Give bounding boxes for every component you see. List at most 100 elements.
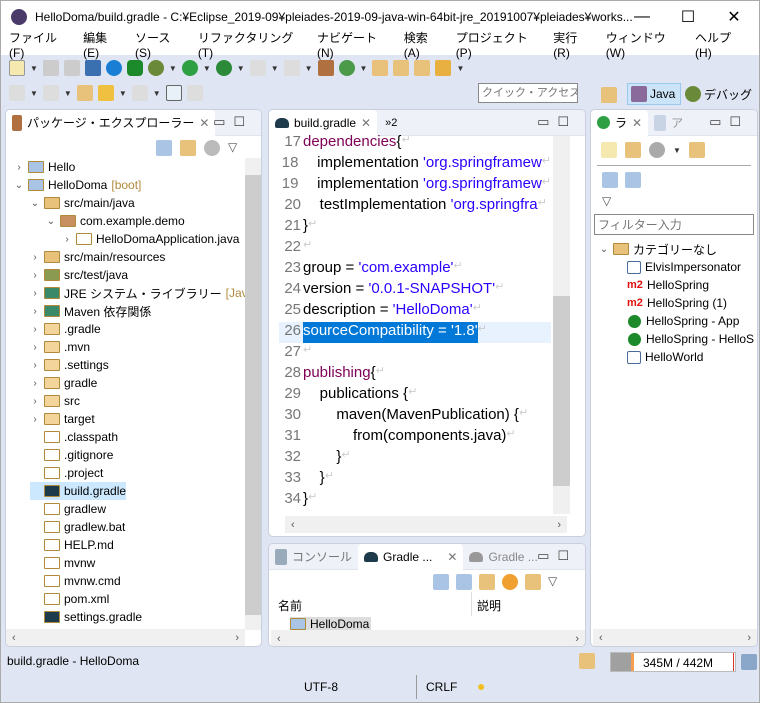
debug-perspective-button[interactable]: デバッグ	[685, 83, 752, 105]
expand-all-icon[interactable]	[433, 574, 449, 590]
column-header-name[interactable]: 名前	[278, 597, 302, 614]
next-annotation-icon[interactable]	[9, 85, 25, 101]
save-all-icon[interactable]	[63, 60, 80, 76]
tab-launch[interactable]: ラ ✕	[591, 110, 649, 136]
tree-item[interactable]: HELP.md	[30, 536, 114, 554]
tree-item[interactable]: pom.xml	[30, 590, 109, 608]
chevron-right-icon[interactable]: ›	[30, 396, 40, 407]
open-task-icon[interactable]	[393, 60, 410, 76]
tree-item[interactable]: ⌄ com.example.demo	[46, 212, 185, 230]
last-edit-icon[interactable]	[76, 85, 93, 101]
chevron-right-icon[interactable]: ›	[14, 162, 24, 173]
terminal-icon[interactable]	[84, 60, 101, 76]
tab-gradle-tasks[interactable]: Gradle ... ✕	[358, 544, 464, 570]
launch-config-item[interactable]: m2 HelloSpring (1)	[627, 294, 727, 312]
chevron-right-icon[interactable]: ›	[30, 252, 40, 263]
chevron-right-icon[interactable]: ›	[30, 324, 40, 335]
chevron-right-icon[interactable]: ›	[30, 270, 40, 281]
close-tab-icon[interactable]: ✕	[199, 116, 209, 130]
collapse-all-icon[interactable]	[456, 574, 472, 590]
close-tab-icon[interactable]: ✕	[632, 116, 642, 130]
tree-item[interactable]: › src/main/resources	[30, 248, 165, 266]
horizontal-scrollbar[interactable]: ‹ ›	[6, 629, 245, 646]
column-header-description[interactable]: 説明	[477, 597, 501, 614]
heap-status[interactable]: 345M / 442M	[610, 652, 736, 672]
minimize-maximize-icons[interactable]: ▭☐	[537, 548, 577, 564]
garbage-collect-icon[interactable]	[741, 654, 757, 670]
tree-item[interactable]: ⌄ src/main/java	[30, 194, 135, 212]
next-icon[interactable]	[283, 60, 300, 76]
tree-item[interactable]: mvnw.cmd	[30, 572, 121, 590]
gradle-project-row[interactable]: HelloDoma	[290, 617, 372, 631]
tree-item[interactable]: .project	[30, 464, 103, 482]
category-row[interactable]: ⌄ カテゴリーなし	[599, 240, 717, 258]
tree-item[interactable]: › Maven 依存関係	[30, 302, 151, 320]
horizontal-scrollbar[interactable]: ‹ ›	[593, 629, 757, 646]
vertical-scrollbar[interactable]	[245, 158, 261, 630]
launch-config-item[interactable]: HelloSpring - HelloS	[627, 330, 754, 348]
sync-icon[interactable]	[186, 85, 203, 101]
filter-input[interactable]	[594, 214, 754, 235]
launch-icon[interactable]	[649, 142, 665, 158]
new-class-icon[interactable]	[338, 60, 355, 76]
more-tabs-button[interactable]: »2	[385, 117, 397, 129]
new-folder-icon[interactable]	[688, 142, 705, 158]
tree-item[interactable]: mvnw	[30, 554, 95, 572]
close-tab-icon[interactable]: ✕	[361, 116, 371, 130]
background-tasks-icon[interactable]	[579, 653, 595, 669]
launch-config-item[interactable]: HelloSpring - App	[627, 312, 739, 330]
stop-icon[interactable]	[249, 60, 266, 76]
tree-item[interactable]: › target	[30, 410, 94, 428]
chevron-right-icon[interactable]: ›	[30, 378, 40, 389]
back-icon[interactable]	[97, 85, 114, 101]
scroll-thumb[interactable]	[245, 175, 261, 615]
launch-config-item[interactable]: HelloWorld	[627, 348, 703, 366]
tree-item[interactable]: ›JRE システム・ライブラリー[JavaSE-11]	[30, 284, 261, 302]
chevron-right-icon[interactable]: ›	[30, 342, 40, 353]
tab-outline[interactable]: ア	[648, 110, 689, 136]
editor-horizontal-scrollbar[interactable]: ‹ ›	[285, 516, 567, 533]
settings-icon[interactable]	[105, 60, 122, 76]
pen-icon[interactable]	[435, 60, 452, 76]
tree-item[interactable]: › .gradle	[30, 320, 100, 338]
chevron-right-icon[interactable]: ›	[30, 306, 40, 317]
encoding-status[interactable]: UTF-8	[304, 680, 338, 694]
run-external-icon[interactable]	[215, 60, 232, 76]
open-perspective-icon[interactable]	[601, 87, 617, 103]
tab-package-explorer[interactable]: パッケージ・エクスプローラー ✕	[6, 110, 216, 136]
launch-config-item[interactable]: ElvisImpersonator	[627, 258, 741, 276]
launch-config-item[interactable]: m2 HelloSpring	[627, 276, 709, 294]
tab-gradle-executions[interactable]: Gradle ...	[463, 544, 543, 570]
expand-all-icon[interactable]	[625, 172, 641, 188]
tree-item[interactable]: .gitignore	[30, 446, 113, 464]
scroll-thumb[interactable]	[553, 296, 570, 486]
editor-icon[interactable]	[165, 85, 182, 101]
toggle-filter-icon[interactable]	[479, 574, 495, 590]
open-folder-icon[interactable]	[414, 60, 431, 76]
refresh-icon[interactable]	[502, 574, 518, 590]
view-menu-icon[interactable]: ▽	[548, 574, 557, 590]
debug-icon[interactable]	[147, 60, 164, 76]
minimize-maximize-icons[interactable]: ▭☐	[709, 114, 749, 130]
quick-access-input[interactable]	[478, 83, 578, 103]
chevron-right-icon[interactable]: ›	[30, 288, 40, 299]
tree-item[interactable]: › .mvn	[30, 338, 90, 356]
tree-item[interactable]: ⌄ HelloDoma [boot]	[14, 176, 142, 194]
open-type-icon[interactable]	[372, 60, 389, 76]
collapse-all-icon[interactable]	[156, 140, 172, 156]
java-perspective-button[interactable]: Java	[627, 83, 681, 105]
line-delimiter-status[interactable]: CRLF	[426, 680, 457, 694]
tab-build-gradle[interactable]: build.gradle ✕	[269, 110, 378, 136]
minimize-maximize-icons[interactable]: ▭☐	[537, 114, 577, 130]
tree-item[interactable]: › HelloDomaApplication.java	[62, 230, 239, 248]
tree-item[interactable]: › Hello	[14, 158, 75, 176]
tree-item[interactable]: › gradle	[30, 374, 97, 392]
editor-vertical-scrollbar[interactable]	[553, 136, 570, 514]
chevron-down-icon[interactable]: ⌄	[46, 216, 56, 227]
prev-annotation-icon[interactable]	[42, 85, 59, 101]
chevron-right-icon[interactable]: ›	[30, 414, 40, 425]
new-package-icon[interactable]	[317, 60, 334, 76]
chevron-down-icon[interactable]: ⌄	[30, 198, 40, 209]
spring-boot-icon[interactable]	[126, 60, 143, 76]
tree-item[interactable]: .classpath	[30, 428, 118, 446]
